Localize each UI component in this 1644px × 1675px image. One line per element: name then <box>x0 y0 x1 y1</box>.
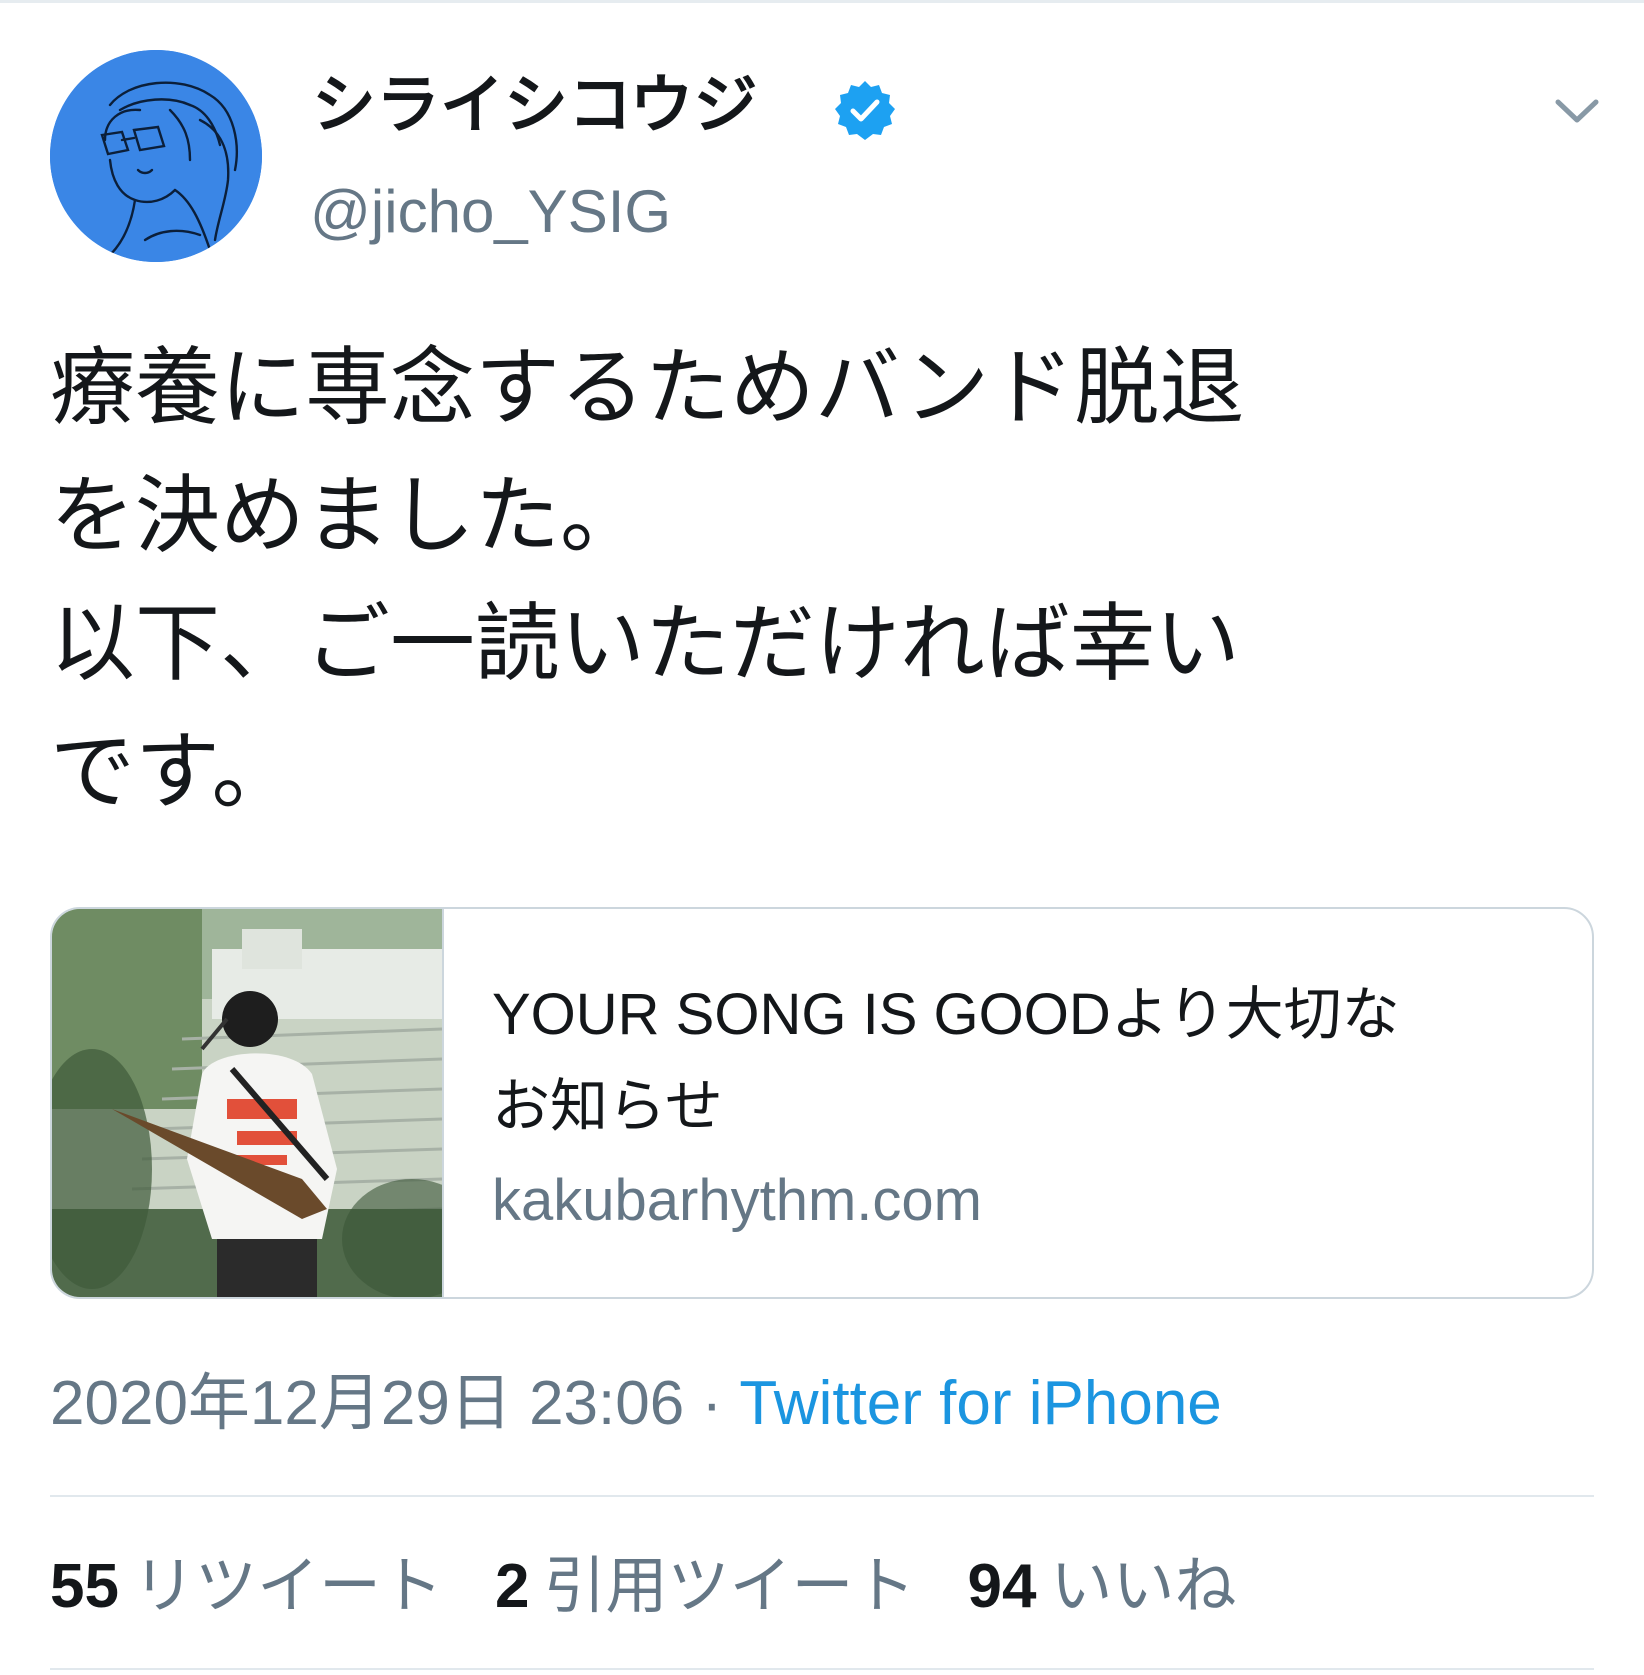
chevron-down-icon[interactable] <box>1550 90 1604 130</box>
tweet-text-line: を決めました。 <box>50 469 646 564</box>
author-handle[interactable]: @jicho_YSIG <box>310 172 671 252</box>
tweet-text: 療養に専念するためバンド脱退 を決めました。 以下、ご一読いただければ幸い です… <box>50 325 1530 837</box>
card-title-line: お知らせ <box>492 1074 723 1139</box>
card-title: YOUR SONG IS GOODより大切な お知らせ <box>492 969 1552 1153</box>
meta-separator: · <box>684 1369 740 1438</box>
tweet-text-line: 療養に専念するためバンド脱退 <box>50 341 1245 436</box>
card-domain: kakubarhythm.com <box>492 1168 982 1233</box>
tweet-text-line: 以下、ご一読いただければ幸い <box>50 597 1241 692</box>
like-stat[interactable]: 94 いいね <box>967 1552 1288 1621</box>
like-label: いいね <box>1050 1552 1237 1621</box>
retweet-label: リツイート <box>132 1552 443 1621</box>
card-thumbnail <box>52 909 444 1297</box>
author-display-name[interactable]: シライシコウジ <box>312 62 757 148</box>
quote-label: 引用ツイート <box>543 1552 916 1621</box>
link-preview-card[interactable]: YOUR SONG IS GOODより大切な お知らせ kakubarhythm… <box>50 907 1594 1299</box>
top-divider <box>0 0 1644 3</box>
tweet-source-link[interactable]: Twitter for iPhone <box>739 1369 1221 1438</box>
tweet-timestamp[interactable]: 2020年12月29日 23:06 <box>50 1369 684 1438</box>
tweet-text-line: です。 <box>50 725 297 820</box>
retweet-count: 55 <box>50 1552 119 1621</box>
avatar-sketch-icon <box>50 50 262 262</box>
stats-divider-bottom <box>50 1668 1594 1670</box>
quote-count: 2 <box>494 1552 530 1621</box>
card-title-line: YOUR SONG IS GOODより大切な <box>492 982 1400 1047</box>
tweet-stats: 55 リツイート 2 引用ツイート 94 いいね <box>50 1545 1288 1629</box>
stats-divider-top <box>50 1495 1594 1497</box>
retweet-stat[interactable]: 55 リツイート <box>50 1552 495 1621</box>
like-count: 94 <box>967 1552 1037 1621</box>
tweet-meta: 2020年12月29日 23:06 · Twitter for iPhone <box>50 1362 1222 1446</box>
quote-stat[interactable]: 2 引用ツイート <box>495 1552 968 1621</box>
guitarist-photo-thumbnail <box>52 909 442 1297</box>
author-avatar[interactable] <box>50 50 262 262</box>
verified-badge-icon <box>832 78 898 144</box>
